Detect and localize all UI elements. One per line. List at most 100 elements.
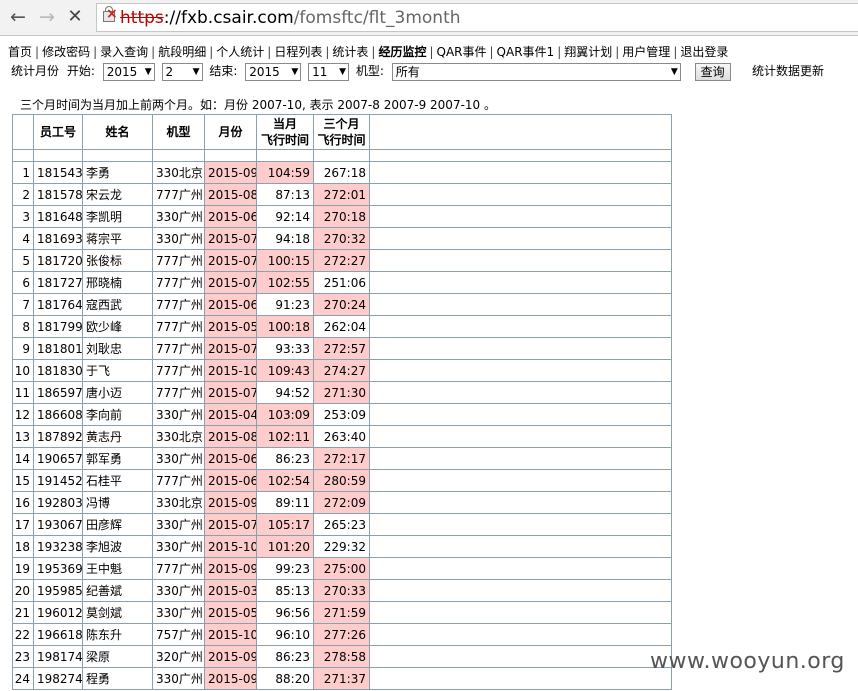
month-cell: 2015-10 <box>204 623 257 646</box>
current-hours-cell: 87:13 <box>256 183 314 206</box>
menu-item[interactable]: 个人统计 <box>216 45 264 59</box>
table-row: 16 192803 冯博 330北京 2015-09 89:11 272:09 <box>12 491 672 514</box>
header-current-month-hours: 当月 飞行时间 <box>256 114 314 150</box>
current-hours-cell: 94:18 <box>256 227 314 250</box>
name-cell: 欧少峰 <box>82 315 153 338</box>
query-button[interactable]: 查询 <box>694 62 731 81</box>
blank-cell <box>369 381 672 404</box>
spacer-cell <box>204 149 257 162</box>
table-row: 4 181693 蒋宗平 330广州 2015-07 94:18 270:32 <box>12 227 672 250</box>
stats-update-link[interactable]: 统计数据更新 <box>752 62 824 79</box>
menu-item[interactable]: 修改密码 <box>42 45 90 59</box>
menu-item[interactable]: QAR事件 <box>437 45 487 59</box>
blank-cell <box>369 579 672 602</box>
name-cell: 宋云龙 <box>82 183 153 206</box>
aircraft-type-cell: 777广州 <box>152 271 205 294</box>
table-row: 12 186608 李向前 330广州 2015-04 103:09 253:09 <box>12 403 672 426</box>
menu-item[interactable]: 翔翼计划 <box>564 45 612 59</box>
aircraft-type-cell: 320广州 <box>152 645 205 668</box>
aircraft-type-value: 所有 <box>395 64 420 79</box>
name-cell: 纪善斌 <box>82 579 153 602</box>
current-hours-cell: 96:56 <box>256 601 314 624</box>
employee-id-cell: 181830 <box>33 359 83 382</box>
aircraft-type-cell: 777广州 <box>152 293 205 316</box>
url-path: /fomsftc/flt_3month <box>293 8 461 28</box>
table-row: 22 196618 陈东升 757广州 2015-10 96:10 277:26 <box>12 623 672 646</box>
aircraft-type-cell: 330北京 <box>152 161 205 184</box>
menu-item[interactable]: 统计表 <box>332 45 368 59</box>
end-month-select[interactable]: 11 ▼ <box>308 62 350 81</box>
aircraft-type-cell: 777广州 <box>152 381 205 404</box>
row-index-cell: 23 <box>12 645 34 668</box>
current-hours-cell: 99:23 <box>256 557 314 580</box>
employee-id-cell: 187892 <box>33 425 83 448</box>
name-cell: 李向前 <box>82 403 153 426</box>
row-index-cell: 16 <box>12 491 34 514</box>
header-current-line2: 飞行时间 <box>260 133 309 147</box>
three-month-hours-cell: 270:24 <box>313 293 370 316</box>
three-month-hours-cell: 272:01 <box>313 183 370 206</box>
table-row: 2 181578 宋云龙 777广州 2015-08 87:13 272:01 <box>12 183 672 206</box>
forward-arrow-icon[interactable]: → <box>35 6 59 28</box>
name-cell: 唐小迈 <box>82 381 153 404</box>
spacer-cell <box>369 149 672 162</box>
name-cell: 于飞 <box>82 359 153 382</box>
blank-cell <box>369 337 672 360</box>
employee-id-cell: 181727 <box>33 271 83 294</box>
insecure-x-icon: × <box>106 6 118 22</box>
month-cell: 2015-10 <box>204 359 257 382</box>
employee-id-cell: 198174 <box>33 645 83 668</box>
month-cell: 2015-09 <box>204 557 257 580</box>
menu-item[interactable]: 用户管理 <box>622 45 670 59</box>
row-index-cell: 2 <box>12 183 34 206</box>
name-cell: 李勇 <box>82 161 153 184</box>
menu-item[interactable]: QAR事件1 <box>497 45 555 59</box>
table-header-row: 员工号 姓名 机型 月份 当月 飞行时间 三个月 飞行时间 <box>12 114 672 150</box>
row-index-cell: 20 <box>12 579 34 602</box>
menu-item[interactable]: 退出登录 <box>680 45 728 59</box>
end-label: 结束: <box>209 64 238 78</box>
menu-item[interactable]: 首页 <box>8 45 32 59</box>
end-year-value: 2015 <box>249 64 280 79</box>
table-row: 20 195985 纪善斌 330广州 2015-03 85:13 270:33 <box>12 579 672 602</box>
back-arrow-icon[interactable]: ← <box>6 6 30 28</box>
aircraft-type-cell: 777广州 <box>152 249 205 272</box>
month-cell: 2015-06 <box>204 469 257 492</box>
employee-id-cell: 191452 <box>33 469 83 492</box>
aircraft-type-cell: 777广州 <box>152 315 205 338</box>
employee-id-cell: 186597 <box>33 381 83 404</box>
address-bar[interactable]: × https://fxb.csair.com/fomsftc/flt_3mon… <box>96 3 858 32</box>
table-row: 3 181648 李凯明 330广州 2015-06 92:14 270:18 <box>12 205 672 228</box>
aircraft-type-select[interactable]: 所有 ▼ <box>391 62 681 81</box>
top-menu: 首页 | 修改密码 | 录入查询 | 航段明细 | 个人统计 | 日程列表 | 统计表 | 经历监控 | QAR… <box>8 43 728 60</box>
spacer-cell <box>82 149 153 162</box>
row-index-cell: 12 <box>12 403 34 426</box>
table-row: 11 186597 唐小迈 777广州 2015-07 94:52 271:30 <box>12 381 672 404</box>
current-hours-cell: 96:10 <box>256 623 314 646</box>
menu-item[interactable]: 录入查询 <box>100 45 148 59</box>
chevron-down-icon: ▼ <box>670 66 678 77</box>
start-year-select[interactable]: 2015 ▼ <box>102 62 155 81</box>
current-hours-cell: 109:43 <box>256 359 314 382</box>
employee-id-cell: 181799 <box>33 315 83 338</box>
month-cell: 2015-05 <box>204 601 257 624</box>
employee-id-cell: 193067 <box>33 513 83 536</box>
blank-cell <box>369 513 672 536</box>
blank-cell <box>369 535 672 558</box>
row-index-cell: 21 <box>12 601 34 624</box>
start-month-select[interactable]: 2 ▼ <box>161 62 203 81</box>
end-year-select[interactable]: 2015 ▼ <box>245 62 302 81</box>
employee-id-cell: 192803 <box>33 491 83 514</box>
table-row: 15 191452 石桂平 777广州 2015-06 102:54 280:59 <box>12 469 672 492</box>
row-index-cell: 3 <box>12 205 34 228</box>
menu-separator: | <box>489 45 494 59</box>
employee-id-cell: 196012 <box>33 601 83 624</box>
menu-item[interactable]: 日程列表 <box>274 45 322 59</box>
url-text: https://fxb.csair.com/fomsftc/flt_3month <box>120 8 461 28</box>
menu-separator: | <box>429 45 434 59</box>
current-hours-cell: 101:20 <box>256 535 314 558</box>
menu-item[interactable]: 经历监控 <box>378 45 426 59</box>
stop-x-icon[interactable]: ✕ <box>63 6 87 28</box>
menu-item[interactable]: 航段明细 <box>158 45 206 59</box>
blank-cell <box>369 293 672 316</box>
